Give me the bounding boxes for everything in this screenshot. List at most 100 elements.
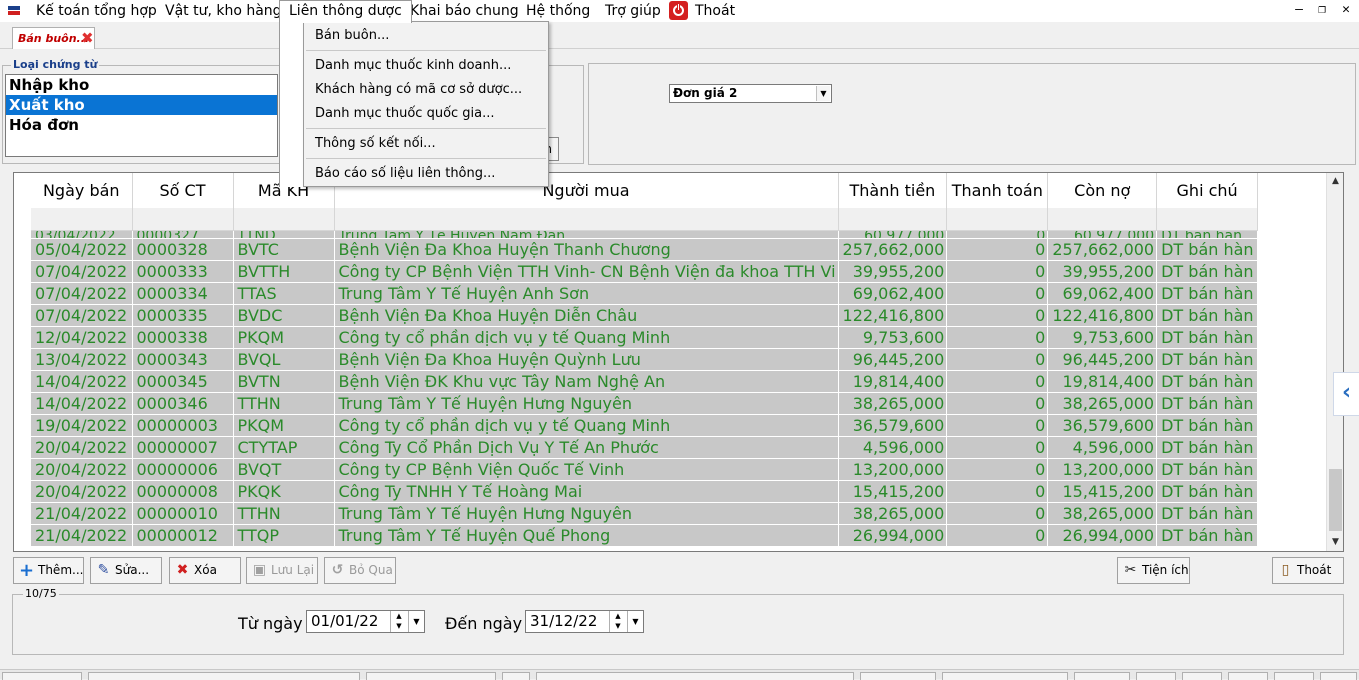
filter-cell[interactable] bbox=[1156, 208, 1259, 231]
table-cell: 20/04/2022 bbox=[31, 436, 133, 459]
table-cell: 12/04/2022 bbox=[31, 326, 133, 349]
table-cell: 0 bbox=[946, 230, 1049, 239]
menu-khai-bao-chung[interactable]: Khai báo chung bbox=[408, 0, 521, 22]
minimize-icon[interactable]: – bbox=[1290, 1, 1308, 19]
filter-cell[interactable] bbox=[334, 208, 839, 231]
power-icon[interactable] bbox=[669, 1, 688, 20]
column-header[interactable]: Thanh toán bbox=[946, 173, 1049, 208]
table-cell: 0000345 bbox=[132, 370, 234, 393]
table-row[interactable]: 19/04/2022 00000003 PKQM Công ty cổ phần dị… bbox=[31, 414, 1259, 437]
skip-button[interactable]: ↺ Bỏ Qua bbox=[324, 557, 396, 584]
grid-scrollbar[interactable]: ▲ ▼ bbox=[1326, 173, 1343, 551]
table-row[interactable]: 20/04/2022 00000007 CTYTAP Công Ty Cổ Phần … bbox=[31, 436, 1259, 459]
menu-thoat[interactable]: Thoát bbox=[693, 0, 737, 22]
table-row[interactable]: 21/04/2022 00000010 TTHN Trung Tâm Y Tế Huy… bbox=[31, 502, 1259, 525]
spinner-icon[interactable]: ▲ ▼ bbox=[609, 611, 626, 632]
to-date-picker[interactable]: 31/12/22 ▲ ▼ ▼ bbox=[525, 610, 644, 633]
column-header[interactable]: Số CT bbox=[132, 173, 234, 208]
spinner-icon[interactable]: ▲ ▼ bbox=[390, 611, 407, 632]
table-cell: 13/04/2022 bbox=[31, 348, 133, 371]
chevron-down-icon[interactable]: ▼ bbox=[408, 611, 424, 632]
table-cell: 0 bbox=[946, 282, 1049, 305]
table-row[interactable]: 07/04/2022 0000335 BVDC Bệnh Viện Đa Khoa H… bbox=[31, 304, 1259, 327]
voucher-type-list[interactable]: Nhập kho Xuất kho Hóa đơn bbox=[5, 74, 278, 157]
dropdown-item-ban-buon[interactable]: Bán buôn... bbox=[315, 28, 389, 43]
list-item[interactable]: Hóa đơn bbox=[6, 115, 277, 135]
column-header[interactable]: Ghi chú bbox=[1156, 173, 1259, 208]
table-cell: 00000008 bbox=[132, 480, 234, 503]
save-button-label: Lưu Lại bbox=[271, 563, 315, 577]
utilities-button[interactable]: ✂ Tiện ích bbox=[1117, 557, 1190, 584]
save-button[interactable]: ▣ Lưu Lại bbox=[246, 557, 318, 584]
table-cell: Trung Tâm Y Tế Huyện Quế Phong bbox=[334, 524, 839, 547]
scroll-thumb[interactable] bbox=[1329, 469, 1342, 531]
filter-cell[interactable] bbox=[946, 208, 1049, 231]
column-header[interactable]: Còn nợ bbox=[1047, 173, 1158, 208]
table-cell: 0000343 bbox=[132, 348, 234, 371]
tab-ban-buon[interactable]: Bán buôn... ✖ bbox=[12, 27, 95, 49]
delete-button[interactable]: ✖ Xóa bbox=[169, 557, 241, 584]
list-item-selected[interactable]: Xuất kho bbox=[6, 95, 277, 115]
filter-cell[interactable] bbox=[1047, 208, 1158, 231]
scroll-down-icon[interactable]: ▼ bbox=[1327, 534, 1343, 551]
table-cell: TTHN bbox=[233, 502, 335, 525]
dropdown-item-thong-so-ket-noi[interactable]: Thông số kết nối... bbox=[315, 136, 436, 151]
filter-cell[interactable] bbox=[233, 208, 335, 231]
dropdown-item-khach-hang-co-ma[interactable]: Khách hàng có mã cơ sở dược... bbox=[315, 82, 522, 97]
price-level-select[interactable]: Đơn giá 2 ▼ bbox=[669, 84, 832, 103]
table-cell: 0 bbox=[946, 414, 1049, 437]
column-header[interactable]: Ngày bán bbox=[31, 173, 133, 208]
table-cell: 39,955,200 bbox=[1047, 260, 1158, 283]
delete-icon: ✖ bbox=[176, 562, 189, 578]
table-row[interactable]: 14/04/2022 0000346 TTHN Trung Tâm Y Tế Huyệ… bbox=[31, 392, 1259, 415]
chevron-down-icon[interactable]: ▼ bbox=[816, 86, 830, 101]
table-cell: 0 bbox=[946, 304, 1049, 327]
dropdown-item-danh-muc-thuoc-quoc-gia[interactable]: Danh mục thuốc quốc gia... bbox=[315, 106, 495, 121]
menu-tro-giup[interactable]: Trợ giúp bbox=[603, 0, 663, 22]
column-header[interactable]: Thành tiền bbox=[838, 173, 948, 208]
table-cell: CTYTAP bbox=[233, 436, 335, 459]
table-cell: 21/04/2022 bbox=[31, 524, 133, 547]
chevron-left-icon[interactable]: ‹ bbox=[1333, 372, 1359, 416]
table-cell: 257,662,000 bbox=[838, 238, 948, 261]
table-row[interactable]: 07/04/2022 0000333 BVTTH Công ty CP Bệnh Vi… bbox=[31, 260, 1259, 283]
chevron-down-icon[interactable]: ▼ bbox=[627, 611, 643, 632]
close-tab-icon[interactable]: ✖ bbox=[81, 29, 94, 47]
edit-button[interactable]: ✎ Sửa... bbox=[90, 557, 162, 584]
dropdown-icon-gutter bbox=[279, 22, 304, 187]
filter-cell[interactable] bbox=[838, 208, 948, 231]
table-row[interactable]: 14/04/2022 0000345 BVTN Bệnh Viện ĐK Khu vự… bbox=[31, 370, 1259, 393]
table-row[interactable]: 13/04/2022 0000343 BVQL Bệnh Viện Đa Khoa H… bbox=[31, 348, 1259, 371]
filter-cell[interactable] bbox=[132, 208, 234, 231]
to-date-label: Đến ngày bbox=[445, 614, 523, 633]
table-cell: 21/04/2022 bbox=[31, 502, 133, 525]
table-cell: Trung Tâm Y Tế Huyện Anh Sơn bbox=[334, 282, 839, 305]
menu-he-thong[interactable]: Hệ thống bbox=[524, 0, 592, 22]
restore-icon[interactable]: ❐ bbox=[1313, 1, 1331, 19]
close-window-icon[interactable]: ✕ bbox=[1337, 1, 1355, 19]
dropdown-item-bao-cao-so-lieu[interactable]: Báo cáo số liệu liên thông... bbox=[315, 166, 495, 181]
table-cell: 0 bbox=[946, 458, 1049, 481]
table-row[interactable]: 21/04/2022 00000012 TTQP Trung Tâm Y Tế Huy… bbox=[31, 524, 1259, 547]
table-row-partial[interactable]: 03/04/2022 0000327 TTND Trung Tâm Y Tế Huyệ… bbox=[31, 230, 1259, 239]
table-cell: 96,445,200 bbox=[838, 348, 948, 371]
table-row[interactable]: 20/04/2022 00000006 BVQT Công ty CP Bệnh Vi… bbox=[31, 458, 1259, 481]
add-button[interactable]: + Thêm... bbox=[13, 557, 84, 584]
menu-vat-tu-kho-hang[interactable]: Vật tư, kho hàng bbox=[163, 0, 284, 22]
menu-lien-thong-duoc[interactable]: Liên thông dược bbox=[279, 0, 412, 23]
dropdown-item-danh-muc-thuoc-kinh-doanh[interactable]: Danh mục thuốc kinh doanh... bbox=[315, 58, 511, 73]
table-row[interactable]: 20/04/2022 00000008 PKQK Công Ty TNHH Y Tế… bbox=[31, 480, 1259, 503]
table-cell: 0 bbox=[946, 436, 1049, 459]
exit-button[interactable]: ▯ Thoát bbox=[1272, 557, 1344, 584]
table-row[interactable]: 07/04/2022 0000334 TTAS Trung Tâm Y Tế Huyệ… bbox=[31, 282, 1259, 305]
table-cell: 07/04/2022 bbox=[31, 282, 133, 305]
sales-grid[interactable]: Ngày bán Số CT Mã KH Người mua Thành tiền Tha… bbox=[13, 172, 1344, 552]
table-row[interactable]: 12/04/2022 0000338 PKQM Công ty cổ phần dịc… bbox=[31, 326, 1259, 349]
menu-ke-toan-tong-hop[interactable]: Kế toán tổng hợp bbox=[34, 0, 159, 22]
from-date-picker[interactable]: 01/01/22 ▲ ▼ ▼ bbox=[306, 610, 425, 633]
table-cell: TTAS bbox=[233, 282, 335, 305]
scroll-up-icon[interactable]: ▲ bbox=[1327, 173, 1343, 190]
table-row[interactable]: 05/04/2022 0000328 BVTC Bệnh Viện Đa Khoa H… bbox=[31, 238, 1259, 261]
list-item[interactable]: Nhập kho bbox=[6, 75, 277, 95]
filter-cell[interactable] bbox=[31, 208, 133, 231]
